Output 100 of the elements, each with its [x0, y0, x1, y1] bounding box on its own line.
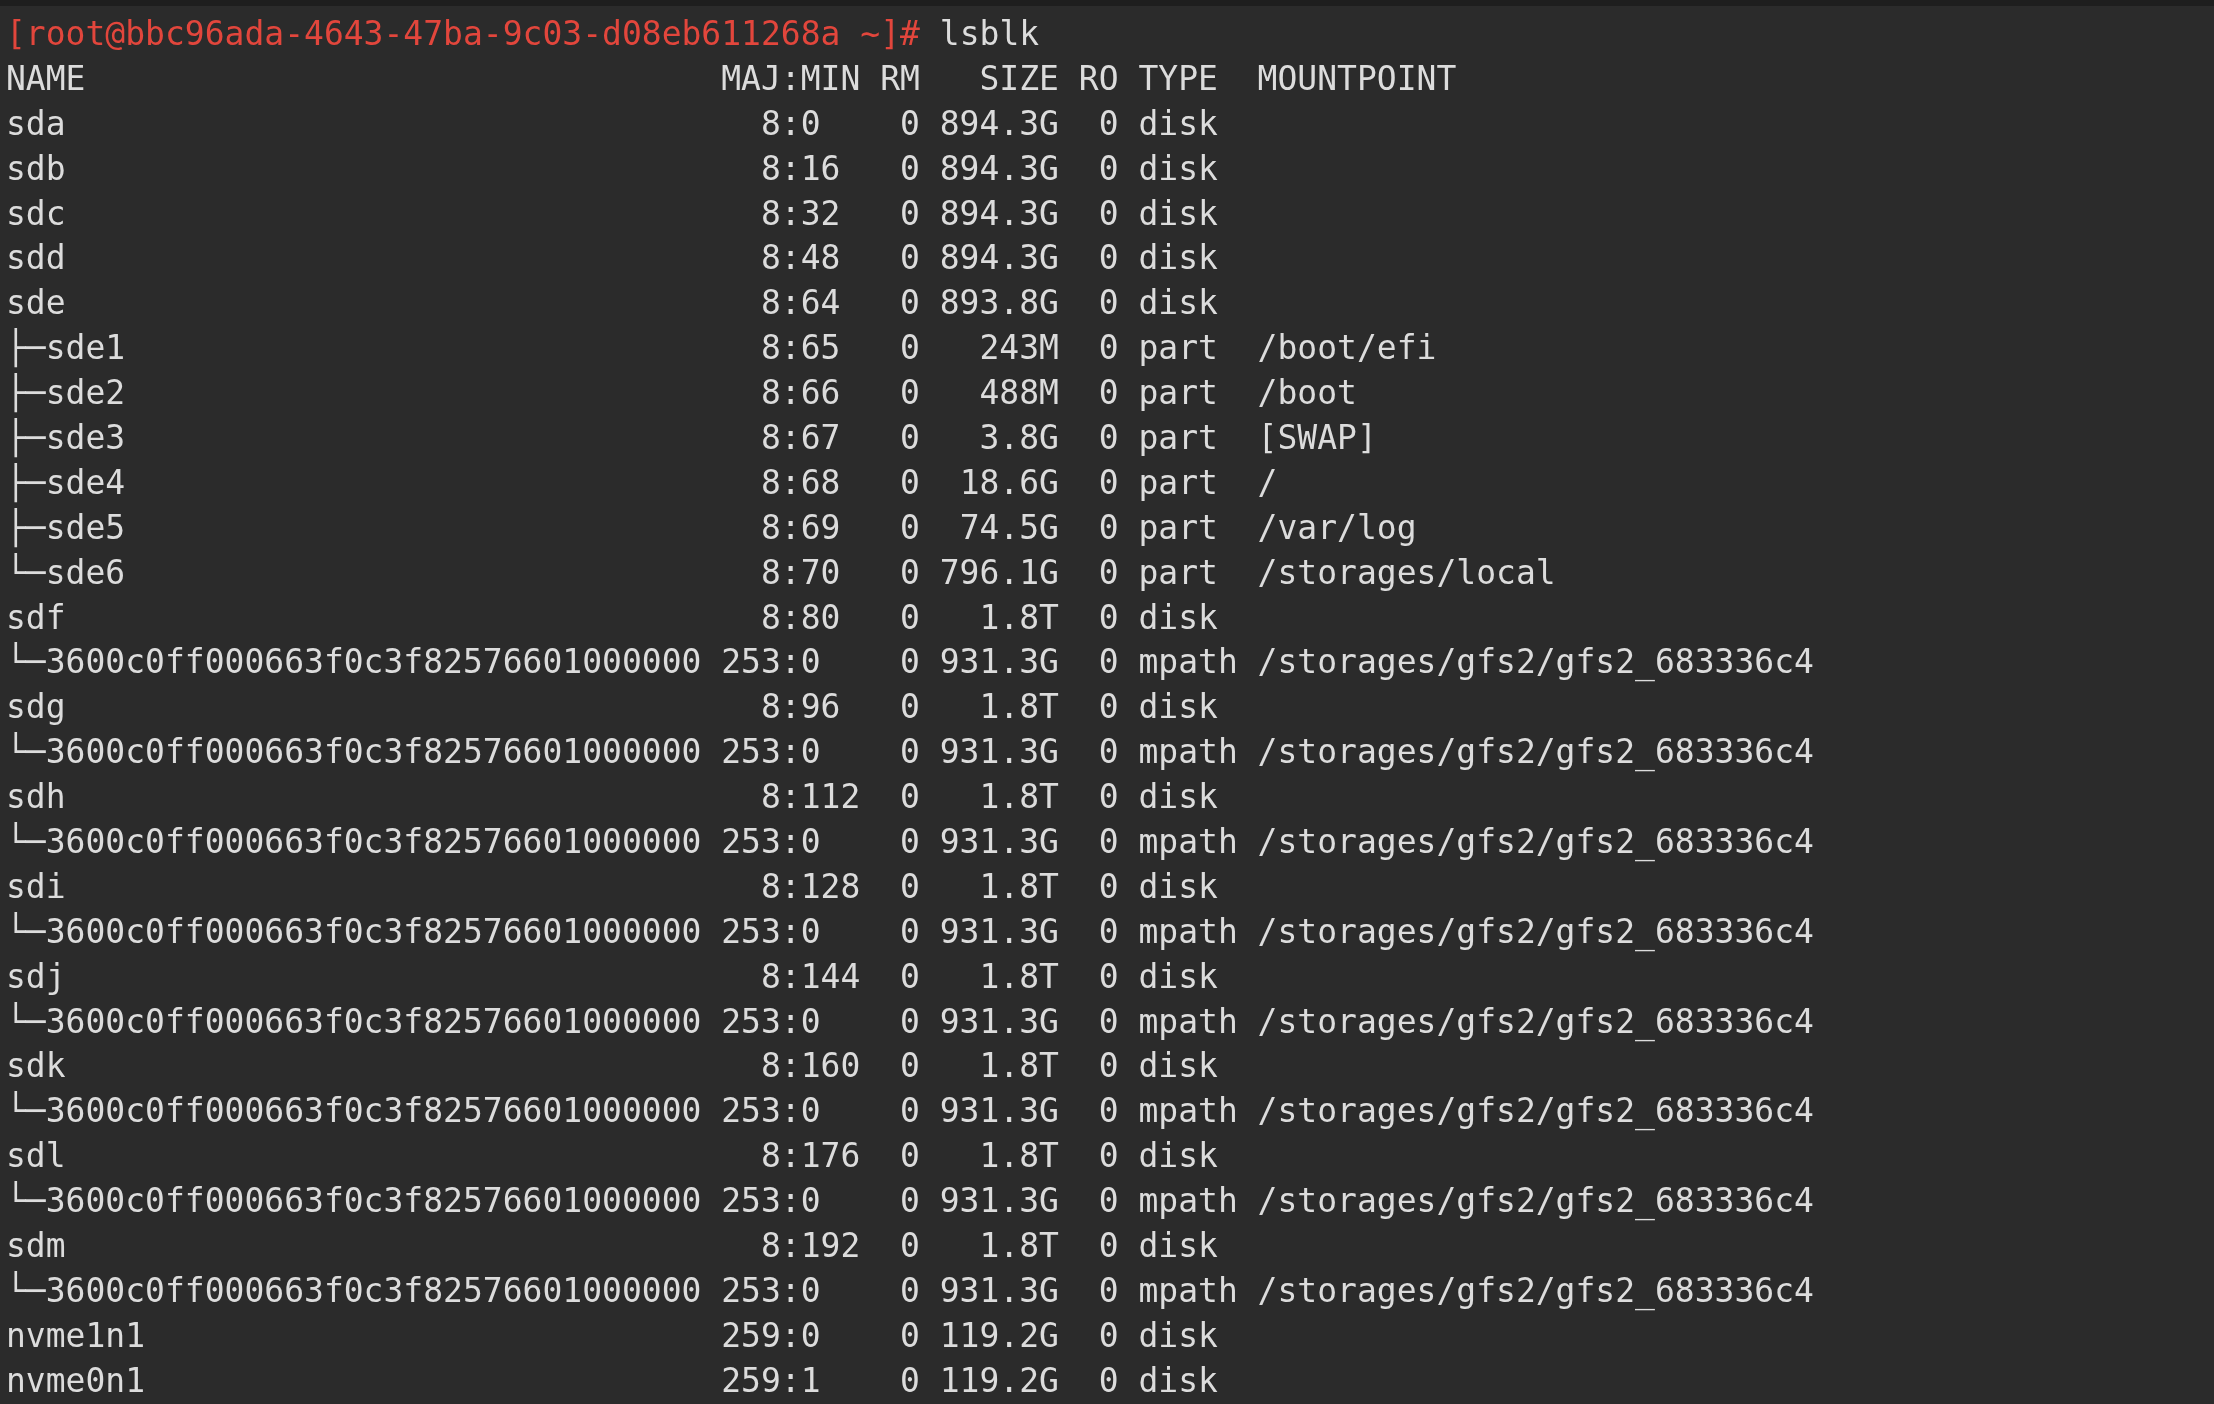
device-size: 3.8G [979, 417, 1059, 459]
device-type: part [1138, 551, 1218, 594]
device-name: └─3600c0ff000663f0c3f82576601000000 [6, 821, 702, 864]
removable-value: 0 [900, 1000, 920, 1043]
device-name: └─3600c0ff000663f0c3f82576601000000 [6, 1269, 702, 1312]
mountpoint: [SWAP] [1257, 417, 1377, 459]
major-minor-number: 8:64 [759, 282, 841, 325]
major-minor-number: 8:66 [759, 372, 841, 415]
major-minor-number: 8:70 [759, 551, 841, 594]
removable-value: 0 [900, 327, 920, 370]
removable-value: 0 [900, 1135, 920, 1178]
device-type: disk [1138, 865, 1218, 908]
read-only-value: 0 [1098, 1045, 1119, 1088]
device-name: └─3600c0ff000663f0c3f82576601000000 [6, 1180, 702, 1223]
major-minor-number: 8:69 [759, 506, 841, 549]
device-name: sde [6, 282, 66, 325]
device-type: part [1138, 417, 1218, 459]
major-minor-number: 259:0 [721, 1314, 821, 1357]
shell-prompt: [root@bbc96ada-4643-47ba-9c03-d08eb611268a ~]# [6, 13, 920, 55]
device-size: 931.3G [939, 641, 1059, 684]
device-name: └─sde6 [6, 551, 126, 594]
device-size: 1.8T [979, 1135, 1059, 1178]
device-name: └─3600c0ff000663f0c3f82576601000000 [6, 1090, 702, 1133]
device-size: 893.8G [939, 282, 1059, 325]
device-name: ├─sde4 [6, 461, 126, 505]
major-minor-number: 8:48 [759, 237, 841, 280]
device-name: └─3600c0ff000663f0c3f82576601000000 [6, 1000, 702, 1043]
major-minor-number: 8:65 [759, 327, 841, 370]
removable-value: 0 [900, 776, 920, 819]
device-type: disk [1138, 686, 1218, 729]
device-size: 1.8T [979, 1225, 1059, 1268]
column-header: SIZE [979, 57, 1059, 100]
device-size: 894.3G [939, 147, 1059, 190]
read-only-value: 0 [1098, 1090, 1119, 1133]
device-type: part [1138, 327, 1218, 370]
removable-value: 0 [900, 1314, 920, 1357]
device-size: 1.8T [979, 596, 1059, 639]
device-type: disk [1138, 776, 1218, 819]
device-size: 18.6G [959, 461, 1059, 504]
device-name: sda [6, 102, 66, 145]
device-name: sdk [6, 1045, 66, 1088]
read-only-value: 0 [1098, 282, 1119, 325]
device-type: part [1138, 461, 1218, 504]
major-minor-number: 8:32 [759, 192, 841, 235]
device-name: └─3600c0ff000663f0c3f82576601000000 [6, 641, 702, 684]
read-only-value: 0 [1098, 1000, 1119, 1043]
mountpoint: /storages/gfs2/gfs2_683336c4 [1257, 1180, 1814, 1223]
read-only-value: 0 [1098, 596, 1119, 639]
major-minor-number: 253:0 [721, 1000, 821, 1043]
major-minor-number: 253:0 [721, 641, 821, 684]
read-only-value: 0 [1098, 1180, 1119, 1223]
removable-value: 0 [900, 596, 920, 639]
device-size: 931.3G [939, 821, 1059, 864]
major-minor-number: 8:176 [759, 1135, 861, 1178]
removable-value: 0 [900, 910, 920, 953]
device-type: disk [1138, 237, 1218, 280]
device-name: sdj [6, 955, 66, 998]
device-type: disk [1138, 282, 1218, 325]
device-type: disk [1138, 192, 1218, 235]
device-size: 931.3G [939, 1090, 1059, 1133]
device-name: └─3600c0ff000663f0c3f82576601000000 [6, 731, 702, 774]
device-size: 74.5G [959, 506, 1059, 549]
device-name: sdg [6, 686, 66, 729]
device-size: 119.2G [939, 1314, 1059, 1357]
column-header: MOUNTPOINT [1257, 57, 1457, 100]
device-type: mpath [1138, 821, 1238, 864]
device-size: 1.8T [979, 865, 1059, 908]
removable-value: 0 [900, 641, 920, 684]
device-type: mpath [1138, 1090, 1238, 1133]
column-header: NAME [6, 57, 86, 100]
removable-value: 0 [900, 506, 920, 549]
device-size: 931.3G [939, 1180, 1059, 1223]
removable-value: 0 [900, 147, 920, 190]
device-type: disk [1138, 147, 1218, 190]
device-size: 931.3G [939, 1000, 1059, 1043]
device-name: ├─sde3 [6, 417, 126, 460]
mountpoint: /storages/gfs2/gfs2_683336c4 [1257, 641, 1814, 684]
device-type: disk [1138, 1135, 1218, 1178]
mountpoint: /boot [1257, 372, 1357, 415]
read-only-value: 0 [1098, 1314, 1119, 1357]
device-type: disk [1138, 102, 1218, 145]
mountpoint: / [1257, 461, 1278, 504]
read-only-value: 0 [1098, 910, 1119, 953]
read-only-value: 0 [1098, 1269, 1119, 1312]
removable-value: 0 [900, 417, 920, 459]
removable-value: 0 [900, 1225, 920, 1268]
major-minor-number: 8:96 [759, 686, 841, 729]
column-header: MAJ:MIN [721, 57, 861, 100]
removable-value: 0 [900, 237, 920, 280]
read-only-value: 0 [1098, 551, 1119, 594]
mountpoint: /storages/gfs2/gfs2_683336c4 [1257, 1090, 1814, 1133]
device-name: sdb [6, 147, 66, 190]
device-type: disk [1138, 1314, 1218, 1357]
command-text: lsblk [939, 13, 1040, 55]
removable-value: 0 [900, 1090, 920, 1133]
read-only-value: 0 [1098, 641, 1119, 684]
removable-value: 0 [900, 865, 920, 908]
mountpoint: /storages/gfs2/gfs2_683336c4 [1257, 910, 1814, 954]
removable-value: 0 [900, 955, 920, 998]
removable-value: 0 [900, 1269, 920, 1312]
